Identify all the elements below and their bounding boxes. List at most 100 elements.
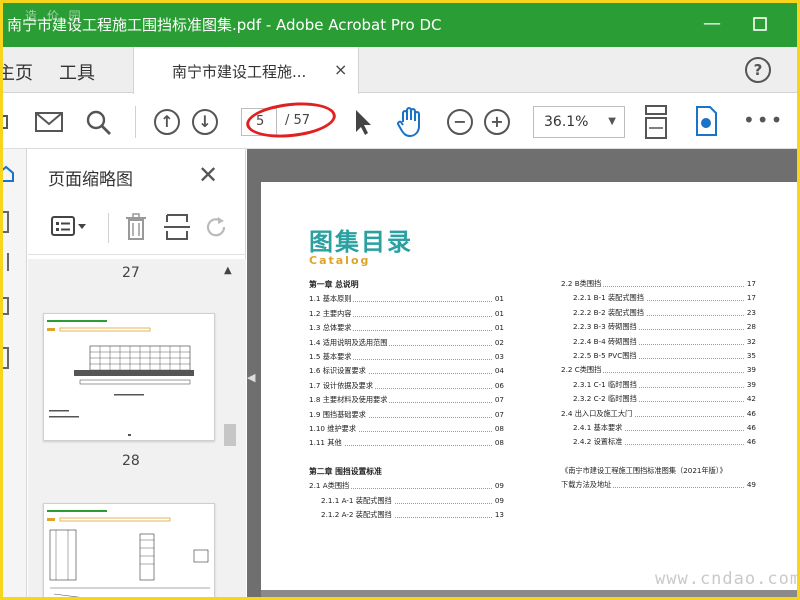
acrobat-window: 南宁市建设工程施工围挡标准图集.pdf - Adobe Acrobat Pro … — [3, 3, 797, 597]
toc-entry[interactable]: 1.6 标识设置要求 04 — [309, 364, 504, 379]
collapse-panel-icon[interactable]: ◀ — [247, 371, 255, 384]
minimize-icon: — — [703, 13, 721, 34]
toc-entry[interactable]: 2.2.1 B-1 装配式围挡 17 — [561, 291, 756, 306]
toc-entry-title: 2.4 出入口及施工大门 — [561, 408, 635, 418]
fit-page-icon[interactable] — [643, 104, 669, 140]
toc-entry-page: 46 — [744, 406, 756, 421]
toc-entry[interactable]: 2.2.3 B-3 砖砌围挡 28 — [561, 320, 756, 335]
toc-entry-page: 09 — [492, 493, 504, 509]
attachments-icon[interactable] — [3, 253, 9, 271]
toc-entry[interactable]: 1.11 其他 08 — [309, 436, 504, 451]
toc-entry-page: 13 — [492, 508, 504, 523]
tab-tools[interactable]: 工具 — [59, 59, 95, 85]
toc-entry[interactable]: 《南宁市建设工程施工围挡标准图集（2021年版）》 — [561, 464, 756, 478]
bookmarks-icon[interactable] — [3, 211, 9, 233]
page-up-icon[interactable]: ↑ — [154, 109, 180, 135]
document-viewport[interactable]: ◀ 图集目录 Catalog 第一章 总说明 1.1 基本原则 01 1.2 主要内容… — [247, 149, 797, 597]
rotate-icon[interactable] — [204, 213, 230, 241]
toc-entry-title: 2.3.1 C-1 临时围挡 — [561, 379, 639, 389]
options-menu-icon[interactable] — [50, 215, 88, 239]
attach-icon[interactable] — [3, 110, 11, 134]
thumbnails-icon[interactable] — [3, 165, 15, 183]
toc-entry-title: 1.1 基本原则 — [309, 294, 354, 304]
toc-entry-title: 2.2 C类围挡 — [561, 365, 604, 375]
toc-entry-page: 01 — [492, 321, 504, 336]
toc-entry-page: 01 — [492, 292, 504, 307]
toc-entry[interactable]: 2.2 C类围挡 39 — [561, 363, 756, 378]
tab-bar: 主页 工具 南宁市建设工程施... × ? — [3, 47, 797, 94]
scroll-mode-icon[interactable] — [693, 105, 719, 137]
trash-icon[interactable] — [124, 213, 148, 241]
toc-entry[interactable]: 2.4.1 基本要求 46 — [561, 420, 756, 436]
toc-entry[interactable]: 2.2.4 B-4 砖砌围挡 32 — [561, 334, 756, 349]
search-icon[interactable] — [85, 109, 113, 137]
toc-entry[interactable]: 1.7 设计依据及要求 06 — [309, 378, 504, 394]
zoom-in-icon[interactable]: + — [484, 109, 510, 135]
toc-entry[interactable]: 2.3.2 C-2 临时围挡 42 — [561, 392, 756, 407]
layers-icon[interactable] — [3, 297, 9, 315]
toc-entry[interactable]: 2.3.1 C-1 临时围挡 39 — [561, 377, 756, 393]
tab-home[interactable]: 主页 — [3, 59, 33, 85]
close-icon[interactable]: × — [334, 60, 347, 79]
toc-entry[interactable]: 1.3 总体要求 01 — [309, 321, 504, 336]
title-bar: 南宁市建设工程施工围挡标准图集.pdf - Adobe Acrobat Pro … — [3, 3, 797, 47]
toc-entry[interactable]: 2.1.1 A-1 装配式围挡 09 — [309, 493, 504, 509]
toc-entry[interactable]: 下载方法及地址 49 — [561, 478, 756, 493]
toc-entry[interactable]: 1.8 主要材料及使用要求 07 — [309, 393, 504, 408]
toc-entry[interactable]: 2.2.2 B-2 装配式围挡 23 — [561, 305, 756, 321]
toc-entry[interactable]: 2.4 出入口及施工大门 46 — [561, 406, 756, 421]
panel-scrollbar[interactable]: ▲ — [221, 259, 239, 597]
page-thumbnail-28[interactable] — [43, 503, 215, 597]
toc-entry-title: 2.3.2 C-2 临时围挡 — [561, 394, 639, 404]
toc-entry-page: 08 — [492, 421, 504, 437]
toc-entry-page: 04 — [492, 364, 504, 379]
toc-entry-title: 1.9 围挡基础要求 — [309, 409, 368, 419]
page-thumbnail-image — [47, 510, 210, 597]
scroll-up-icon[interactable]: ▲ — [224, 265, 232, 276]
toc-entry[interactable]: 2.2 B类围挡 17 — [561, 277, 756, 292]
toc-entry-title: 2.1.2 A-2 装配式围挡 — [309, 510, 394, 520]
toc-entry-page: 03 — [492, 349, 504, 365]
help-icon[interactable]: ? — [745, 57, 771, 83]
hand-tool-icon[interactable] — [396, 106, 426, 138]
page-thumbnail-27[interactable] — [43, 313, 215, 441]
toc-entry[interactable]: 1.4 适用说明及选用范围 02 — [309, 335, 504, 350]
maximize-icon — [753, 17, 767, 31]
tab-document-label: 南宁市建设工程施... — [172, 63, 307, 81]
toc-entry-title: 2.4.2 设置标准 — [561, 437, 625, 447]
signatures-icon[interactable] — [3, 347, 9, 369]
toc-entry-title: 2.2.1 B-1 装配式围挡 — [561, 293, 646, 303]
panel-title: 页面缩略图 — [48, 170, 133, 190]
toc-entry[interactable]: 1.10 维护要求 08 — [309, 421, 504, 437]
toc-entry[interactable]: 1.9 围挡基础要求 07 — [309, 407, 504, 422]
more-icon[interactable]: ••• — [743, 108, 784, 132]
thumb-label-27: 27 — [122, 265, 140, 281]
toc-entry[interactable]: 1.2 主要内容 01 — [309, 306, 504, 322]
toc-entry[interactable]: 第二章 围挡设置标准 — [309, 465, 504, 479]
thumbnail-panel: 页面缩略图 ✕ 27 28 ▲ — [28, 149, 246, 597]
page-thumbnail-image — [47, 320, 194, 436]
mail-icon[interactable] — [34, 111, 64, 133]
toc-entry[interactable]: 1.5 基本要求 03 — [309, 349, 504, 365]
zoom-out-icon[interactable]: − — [447, 109, 473, 135]
toc-entry[interactable]: 第一章 总说明 — [309, 278, 504, 292]
toc-entry-page: 06 — [492, 378, 504, 394]
toc-entry-page: 35 — [744, 348, 756, 364]
toc-entry[interactable]: 2.4.2 设置标准 46 — [561, 435, 756, 450]
tab-document[interactable]: 南宁市建设工程施... × — [133, 47, 359, 94]
close-icon[interactable]: ✕ — [198, 161, 218, 189]
toc-entry[interactable]: 2.2.5 B-5 PVC围挡 35 — [561, 348, 756, 364]
insert-page-icon[interactable] — [164, 213, 190, 241]
panel-toolbar — [28, 201, 246, 255]
maximize-button[interactable] — [745, 11, 775, 37]
toc-entry[interactable]: 2.1.2 A-2 装配式围挡 13 — [309, 508, 504, 523]
toc-entry[interactable]: 2.1 A类围挡 09 — [309, 479, 504, 494]
toc-entry-page: 46 — [744, 435, 756, 450]
zoom-select[interactable]: 36.1% ▼ — [533, 106, 625, 138]
select-arrow-icon[interactable] — [353, 108, 373, 136]
minimize-button[interactable]: — — [697, 11, 727, 37]
toc-entry[interactable]: 1.1 基本原则 01 — [309, 292, 504, 307]
toc-entry-title: 2.4.1 基本要求 — [561, 422, 625, 432]
page-down-icon[interactable]: ↓ — [192, 109, 218, 135]
scrollbar-thumb[interactable] — [224, 424, 236, 446]
